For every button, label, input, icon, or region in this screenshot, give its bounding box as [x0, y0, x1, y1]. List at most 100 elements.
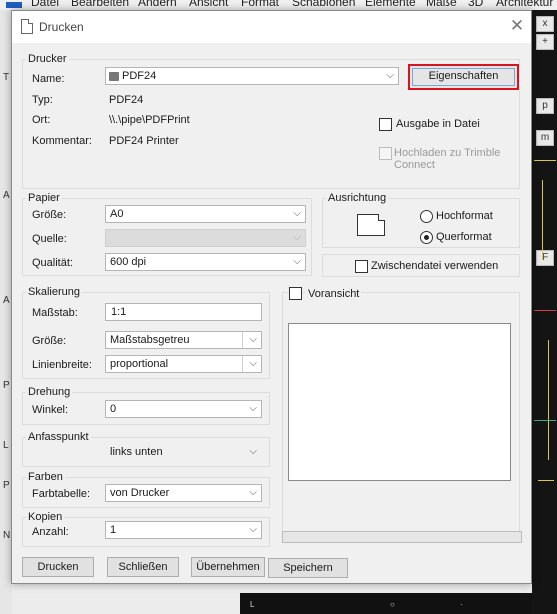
app-menubar: Datei Bearbeiten Ändern Ansicht Format S… [0, 0, 557, 10]
papier-groesse-select[interactable]: A0 ⌵ [105, 205, 306, 223]
schliessen-button[interactable]: Schließen [107, 557, 179, 577]
zwischendatei-label: Zwischendatei verwenden [371, 260, 499, 272]
hochladen-checkbox [379, 147, 392, 160]
anfasspunkt-select[interactable]: links unten ⌵ [105, 443, 262, 461]
winkel-label: Winkel: [32, 404, 69, 416]
panel-button[interactable]: F [536, 250, 554, 266]
anfasspunkt-legend: Anfasspunkt [26, 431, 91, 443]
menu-aendern[interactable]: Ändern [138, 0, 177, 9]
chevron-down-icon: ⌵ [293, 232, 301, 243]
progress-bar [282, 531, 522, 543]
menu-masse[interactable]: Maße [426, 0, 457, 9]
speichern-button[interactable]: Speichern [268, 558, 348, 578]
drawing-canvas-bottom: L ○ · [240, 593, 532, 614]
papier-groesse-value: A0 [110, 208, 124, 220]
farbtabelle-label: Farbtabelle: [32, 488, 91, 500]
qualitaet-select[interactable]: 600 dpi ⌵ [105, 253, 306, 271]
ort-value: \\.\pipe\PDFPrint [109, 114, 190, 126]
ausgabe-in-datei-checkbox[interactable] [379, 118, 392, 131]
printer-name-select[interactable]: PDF24 ⌵ [105, 67, 399, 85]
kopien-legend: Kopien [26, 511, 65, 523]
winkel-select[interactable]: 0 ⌵ [105, 400, 262, 418]
quelle-label: Quelle: [32, 233, 67, 245]
printer-name-value: PDF24 [122, 70, 157, 82]
chevron-down-icon: ⌵ [293, 208, 301, 219]
drehung-legend: Drehung [26, 386, 73, 398]
kommentar-label: Kommentar: [32, 135, 92, 147]
menu-bearbeiten[interactable]: Bearbeiten [71, 0, 129, 9]
hochformat-radio[interactable] [420, 210, 433, 223]
papier-legend: Papier [26, 192, 62, 204]
skalierung-groesse-select[interactable]: Maßstabsgetreu ⌵ [105, 331, 262, 349]
zwischendatei-checkbox[interactable] [355, 260, 368, 273]
left-label: L [3, 440, 9, 451]
ausrichtung-legend: Ausrichtung [326, 192, 389, 204]
kommentar-value: PDF24 Printer [109, 135, 179, 147]
uebernehmen-button[interactable]: Übernehmen [191, 557, 265, 577]
drawing-canvas[interactable]: x + p m F [532, 10, 557, 614]
drawing-line [534, 160, 556, 161]
chevron-down-icon: ⌵ [249, 334, 257, 345]
voransicht-label: Voransicht [306, 288, 362, 300]
drucken-button[interactable]: Drucken [22, 557, 94, 577]
ort-label: Ort: [32, 114, 51, 126]
menu-elemente[interactable]: Elemente [365, 0, 416, 9]
chevron-down-icon: ⌵ [249, 446, 257, 457]
dialog-title: Drucken [39, 20, 84, 34]
anzahl-select[interactable]: 1 ⌵ [105, 521, 262, 539]
linienbreite-value: proportional [110, 358, 169, 370]
chevron-down-icon: ⌵ [249, 487, 257, 498]
hochladen-label-line2: Connect [394, 159, 435, 171]
document-icon [21, 19, 33, 34]
left-label: T [3, 72, 10, 83]
menu-ansicht[interactable]: Ansicht [189, 0, 228, 9]
massstab-label: Maßstab: [32, 307, 78, 319]
drawing-line [534, 310, 556, 311]
drucker-legend: Drucker [26, 53, 69, 65]
close-icon[interactable]: ✕ [509, 17, 525, 35]
farbtabelle-select[interactable]: von Drucker ⌵ [105, 484, 262, 502]
querformat-label: Querformat [436, 231, 492, 243]
menu-datei[interactable]: Datei [31, 0, 59, 9]
chevron-down-icon: ⌵ [249, 403, 257, 414]
typ-label: Typ: [32, 94, 53, 106]
drawing-line [534, 420, 556, 421]
hochformat-label: Hochformat [436, 210, 493, 222]
drawing-line [548, 340, 549, 460]
panel-button[interactable]: + [536, 34, 554, 50]
app-logo-icon [6, 2, 22, 8]
print-dialog: Drucken ✕ Drucker Name: PDF24 ⌵ Eigensch… [11, 10, 532, 584]
querformat-radio[interactable] [420, 231, 433, 244]
menu-3d[interactable]: 3D [468, 0, 483, 9]
skalierung-groesse-label: Größe: [32, 335, 67, 347]
massstab-input[interactable]: 1:1 [105, 303, 262, 321]
name-label: Name: [32, 73, 65, 85]
farbtabelle-value: von Drucker [110, 487, 170, 499]
qualitaet-label: Qualität: [32, 257, 73, 269]
panel-button[interactable]: p [536, 98, 554, 114]
menu-schablonen[interactable]: Schablonen [292, 0, 355, 9]
typ-value: PDF24 [109, 94, 144, 106]
farben-legend: Farben [26, 471, 65, 483]
eigenschaften-button-label: Eigenschaften [412, 68, 515, 86]
voransicht-checkbox[interactable] [289, 287, 302, 300]
linienbreite-select[interactable]: proportional ⌵ [105, 355, 262, 373]
panel-button[interactable]: m [536, 130, 554, 146]
eigenschaften-button[interactable]: Eigenschaften [408, 64, 519, 90]
anfasspunkt-value: links unten [110, 446, 163, 458]
skalierung-legend: Skalierung [26, 286, 82, 298]
linienbreite-label: Linienbreite: [32, 359, 92, 371]
chevron-down-icon: ⌵ [386, 70, 394, 81]
chevron-down-icon: ⌵ [249, 358, 257, 369]
menu-format[interactable]: Format [241, 0, 279, 9]
landscape-paper-icon [357, 214, 385, 236]
left-label: A [3, 190, 10, 201]
left-label: N [3, 530, 11, 541]
dialog-titlebar: Drucken ✕ [12, 11, 531, 43]
anzahl-label: Anzahl: [32, 526, 69, 538]
left-label: P [3, 380, 10, 391]
qualitaet-value: 600 dpi [110, 256, 147, 268]
panel-button[interactable]: x [536, 16, 554, 32]
drawing-line [538, 480, 554, 481]
menu-architektur[interactable]: Architektur [496, 0, 553, 9]
